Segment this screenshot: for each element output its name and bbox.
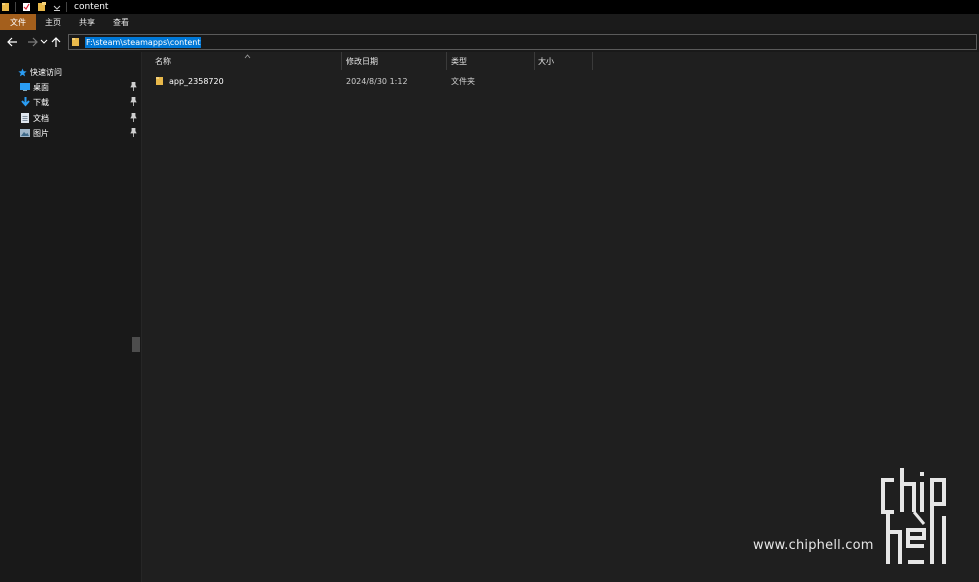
file-type: 文件夹 <box>451 76 475 86</box>
pictures-icon <box>20 128 30 138</box>
column-header-name[interactable]: 名称 <box>155 52 171 70</box>
nav-item-downloads[interactable]: 下载 <box>20 96 141 108</box>
tab-home[interactable]: 主页 <box>36 14 70 30</box>
file-modified: 2024/8/30 1:12 <box>346 76 408 86</box>
quick-access-item[interactable]: 快速访问 <box>17 66 62 78</box>
column-divider[interactable] <box>534 52 535 70</box>
nav-item-label: 文档 <box>33 113 49 123</box>
properties-icon[interactable] <box>23 2 31 12</box>
column-header-size[interactable]: 大小 <box>538 52 554 70</box>
pin-icon[interactable] <box>130 96 138 107</box>
file-list: 名称 修改日期 类型 大小 app_2358720 2024/8/30 1:12… <box>141 52 979 582</box>
column-header-modified[interactable]: 修改日期 <box>346 52 378 70</box>
address-path[interactable]: F:\steam\steamapps\content <box>85 36 202 48</box>
column-divider[interactable] <box>341 52 342 70</box>
watermark-logo <box>880 466 966 566</box>
watermark-url: www.chiphell.com <box>753 538 874 553</box>
column-header-type[interactable]: 类型 <box>451 52 467 70</box>
nav-item-documents[interactable]: 文档 <box>20 112 141 124</box>
folder-icon <box>156 74 164 88</box>
column-divider[interactable] <box>592 52 593 70</box>
explorer-window: content 文件 主页 共享 查看 F:\steam\steamapps\c… <box>0 0 979 582</box>
file-name[interactable]: app_2358720 <box>169 74 224 88</box>
window-title: content <box>74 2 109 12</box>
document-icon <box>20 113 30 123</box>
quick-access-label: 快速访问 <box>30 67 62 77</box>
star-icon <box>17 67 27 77</box>
download-icon <box>20 97 30 107</box>
pin-icon[interactable] <box>130 81 138 92</box>
nav-item-label: 桌面 <box>33 82 49 92</box>
pin-icon[interactable] <box>130 127 138 138</box>
tab-share[interactable]: 共享 <box>70 14 104 30</box>
dropdown-arrow-icon[interactable] <box>53 2 61 12</box>
quick-access-separator <box>15 2 16 12</box>
pin-icon[interactable] <box>130 112 138 123</box>
table-row[interactable]: app_2358720 2024/8/30 1:12 文件夹 <box>142 74 979 88</box>
ribbon-tabs: 文件 主页 共享 查看 <box>0 14 979 30</box>
navigation-pane: 快速访问 桌面 下载 文档 图片 <box>0 56 141 582</box>
column-divider[interactable] <box>446 52 447 70</box>
nav-item-desktop[interactable]: 桌面 <box>20 81 141 93</box>
tab-file[interactable]: 文件 <box>0 14 36 30</box>
up-icon[interactable] <box>49 34 63 50</box>
back-icon[interactable] <box>5 34 19 50</box>
recent-locations-icon[interactable] <box>39 34 49 50</box>
title-separator <box>66 2 67 12</box>
folder-icon <box>72 37 82 47</box>
new-folder-icon[interactable] <box>38 2 46 12</box>
nav-item-label: 图片 <box>33 128 49 138</box>
sort-ascending-icon <box>244 52 251 61</box>
desktop-icon <box>20 82 30 92</box>
tab-view[interactable]: 查看 <box>104 14 138 30</box>
title-bar: content <box>0 0 979 14</box>
nav-item-label: 下载 <box>33 97 49 107</box>
address-bar[interactable]: F:\steam\steamapps\content <box>68 34 977 50</box>
nav-item-pictures[interactable]: 图片 <box>20 127 141 139</box>
navigation-bar: F:\steam\steamapps\content <box>0 33 979 51</box>
folder-icon[interactable] <box>2 2 10 12</box>
nav-scrollbar-thumb[interactable] <box>132 337 140 352</box>
forward-icon[interactable] <box>25 34 39 50</box>
